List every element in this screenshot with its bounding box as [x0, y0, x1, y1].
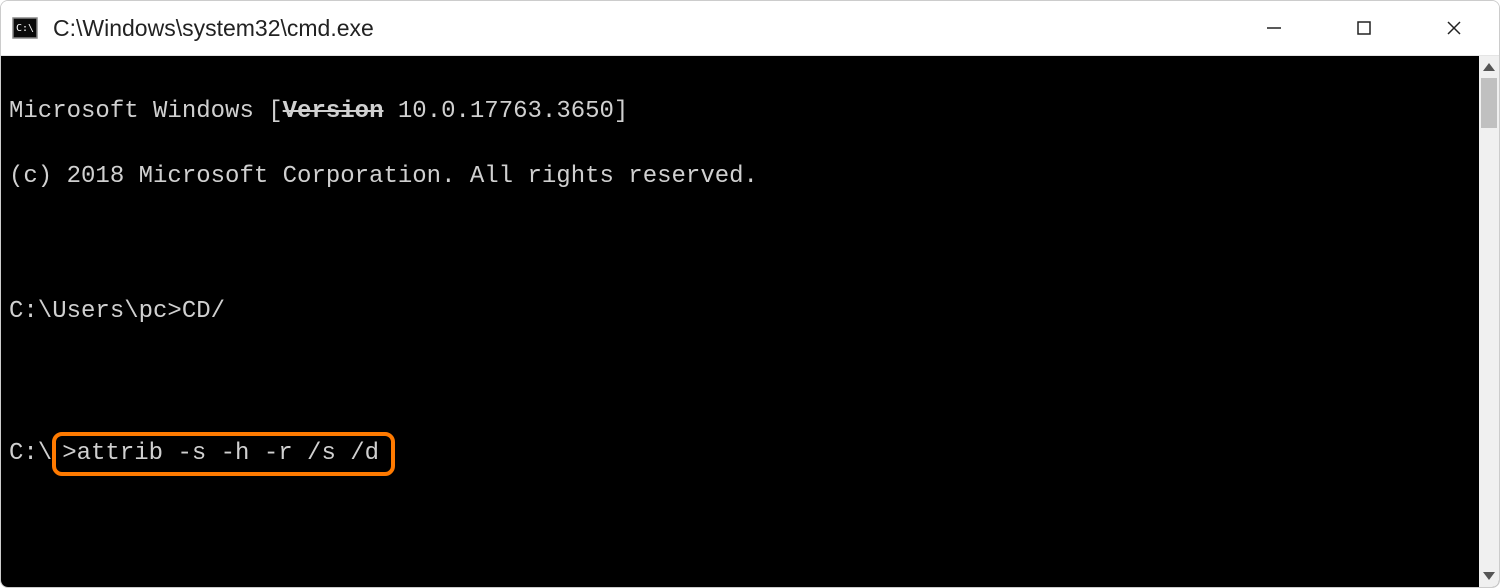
prompt-line-2: C:\ >attrib -s -h -r /s /d: [9, 432, 1479, 476]
scroll-thumb[interactable]: [1481, 78, 1497, 128]
title-bar: C:\ C:\Windows\system32\cmd.exe: [1, 1, 1499, 56]
vertical-scrollbar[interactable]: [1479, 56, 1499, 587]
prompt2-prefix: C:\: [9, 440, 52, 467]
terminal-area: Microsoft Windows [Version 10.0.17763.36…: [1, 56, 1499, 587]
header-prefix: Microsoft Windows [: [9, 98, 283, 125]
close-button[interactable]: [1409, 1, 1499, 55]
prompt2-command: >attrib -s -h -r /s /d: [62, 440, 379, 467]
header-suffix: 10.0.17763.3650]: [383, 98, 628, 125]
terminal-content[interactable]: Microsoft Windows [Version 10.0.17763.36…: [1, 56, 1479, 587]
version-label: Version: [283, 98, 384, 125]
svg-text:C:\: C:\: [16, 23, 34, 34]
scroll-down-arrow-icon[interactable]: [1479, 565, 1499, 587]
prompt-line-1: C:\Users\pc>CD/: [9, 296, 1479, 328]
maximize-button[interactable]: [1319, 1, 1409, 55]
window-controls: [1229, 1, 1499, 55]
minimize-button[interactable]: [1229, 1, 1319, 55]
blank-line: [9, 226, 1479, 258]
cmd-icon: C:\: [11, 14, 39, 42]
blank-line: [9, 361, 1479, 393]
copyright-line: (c) 2018 Microsoft Corporation. All righ…: [9, 161, 1479, 193]
scroll-up-arrow-icon[interactable]: [1479, 56, 1499, 78]
terminal-header-line: Microsoft Windows [Version 10.0.17763.36…: [9, 96, 1479, 128]
cmd-window: C:\ C:\Windows\system32\cmd.exe Microsof…: [0, 0, 1500, 588]
highlighted-command: >attrib -s -h -r /s /d: [52, 432, 395, 476]
window-title: C:\Windows\system32\cmd.exe: [53, 15, 1229, 42]
